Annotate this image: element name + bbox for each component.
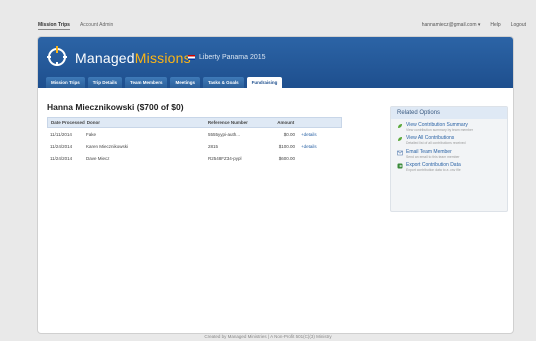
cell-amount: $100.00 [278, 143, 295, 149]
cell-date: 11/24/2014 [50, 143, 73, 149]
related-options-panel: Related Options View Contribution Summar… [390, 106, 508, 212]
leaf-icon [398, 124, 402, 128]
table-row: 11/11/2014 Fake 5555yypi-auth... $0.00 +… [47, 128, 342, 140]
table-row: 11/24/2014 Karen Miecznikowski 2815 $100… [47, 140, 342, 152]
option-desc: Detailed list of all contributions recei… [406, 141, 466, 146]
tab-mission-trips[interactable]: Mission Trips [46, 77, 85, 88]
flag-icon [188, 55, 195, 60]
banner: ManagedMissions Liberty Panama 2015 Miss… [38, 37, 513, 88]
cell-amount: $600.00 [278, 155, 295, 161]
details-link[interactable]: +details [295, 132, 342, 137]
tab-tasks-goals[interactable]: Tasks & Goals [202, 77, 244, 88]
contributions-table: Date Processed Donor Reference Number Am… [47, 117, 342, 164]
main-card: ManagedMissions Liberty Panama 2015 Miss… [37, 36, 514, 334]
table-header: Date Processed Donor Reference Number Am… [47, 117, 342, 128]
tab-trip-details[interactable]: Trip Details [87, 77, 123, 88]
leaf-icon [398, 137, 402, 142]
option-export[interactable]: Export Contribution Data Export contribu… [391, 159, 507, 172]
option-desc: Send an email to this team member [406, 154, 460, 159]
top-nav-right: hannamiecz@gmail.com ▾ Help Logout [422, 22, 526, 28]
header-amount: Amount [277, 120, 295, 125]
cell-donor: Dave Miecz [86, 155, 110, 161]
table-row: 11/24/2014 Dave Miecz R2548FZ34-pypl $60… [47, 152, 342, 164]
mail-icon [397, 150, 403, 156]
header-donor: Donor [86, 120, 100, 125]
cell-reference: 2815 [208, 143, 219, 149]
cell-donor: Karen Miecznikowski [86, 143, 129, 149]
brand-part1: Managed [75, 50, 135, 66]
tab-fundraising[interactable]: Fundraising [246, 77, 283, 88]
brand-name: ManagedMissions [75, 50, 191, 66]
compass-logo-icon [47, 46, 67, 66]
option-view-all[interactable]: View All Contributions Detailed list of … [391, 132, 507, 145]
mission-trips-link[interactable]: Mission Trips [38, 22, 70, 30]
header-reference: Reference Number [207, 120, 248, 125]
brand-part2: Missions [134, 50, 191, 66]
header-date: Date Processed [51, 120, 85, 125]
help-link[interactable]: Help [490, 22, 500, 28]
details-link[interactable]: +details [295, 144, 342, 149]
footer: Created by Managed Ministries | A Non-Pr… [204, 334, 332, 339]
export-icon [397, 163, 403, 169]
user-menu[interactable]: hannamiecz@gmail.com ▾ [422, 22, 481, 28]
account-admin-link[interactable]: Account Admin [80, 22, 113, 30]
page-title: Hanna Miecznikowski ($700 of $0) [47, 102, 184, 112]
option-view-summary[interactable]: View Contribution Summary View contribut… [391, 119, 507, 132]
logout-link[interactable]: Logout [511, 22, 526, 28]
option-email[interactable]: Email Team Member Send an email to this … [391, 146, 507, 159]
option-desc: Export contribution data to a .csv file [406, 168, 461, 173]
cell-reference: 5555yypi-auth... [208, 131, 241, 137]
trip-name: Liberty Panama 2015 [199, 54, 266, 61]
tab-meetings[interactable]: Meetings [170, 77, 200, 88]
cell-date: 11/24/2014 [50, 155, 73, 161]
tab-bar: Mission Trips Trip Details Team Members … [46, 77, 283, 88]
cell-reference: R2548FZ34-pypl [208, 155, 242, 161]
top-nav: Mission Trips Account Admin hannamiecz@g… [0, 0, 536, 34]
cell-donor: Fake [86, 131, 97, 137]
tab-team-members[interactable]: Team Members [125, 77, 168, 88]
top-nav-left: Mission Trips Account Admin [38, 22, 113, 30]
trip-label: Liberty Panama 2015 [188, 54, 266, 61]
cell-date: 11/11/2014 [50, 131, 72, 137]
related-options-title: Related Options [391, 107, 507, 119]
option-desc: View contribution summary by team member [406, 128, 474, 132]
cell-amount: $0.00 [283, 131, 295, 137]
